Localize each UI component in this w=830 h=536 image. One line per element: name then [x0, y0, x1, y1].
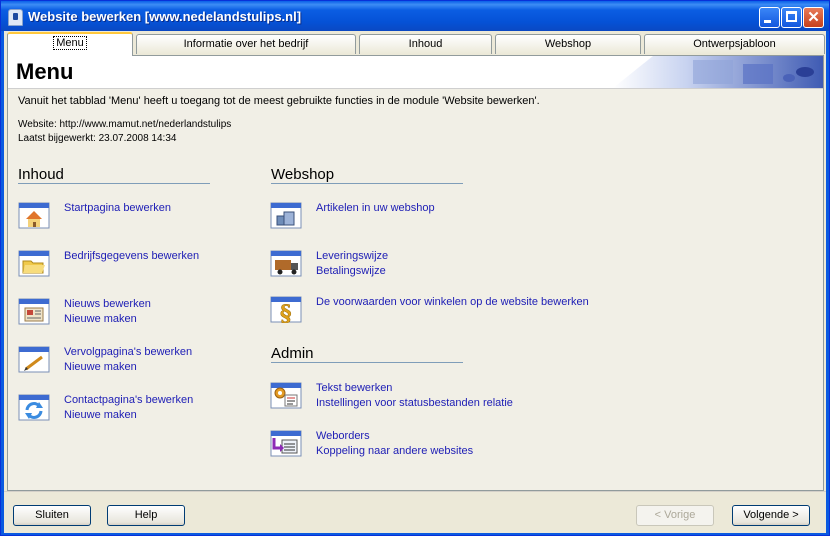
link-betalingswijze[interactable]: Betalingswijze [316, 265, 386, 277]
panel-header: Menu [8, 56, 823, 89]
website-url: Website: http://www.mamut.net/nederlands… [18, 119, 232, 130]
window-title: Website bewerken [www.nedelandstulips.nl… [28, 9, 302, 24]
link-nieuws-bewerken[interactable]: Nieuws bewerken [64, 298, 151, 310]
tab-webshop[interactable]: Webshop [495, 34, 641, 54]
link-vervolgpaginas-nieuwe-maken[interactable]: Nieuwe maken [64, 361, 137, 373]
page-title: Menu [16, 59, 74, 84]
link-bedrijfsgegevens-bewerken[interactable]: Bedrijfsgegevens bewerken [64, 250, 199, 262]
products-icon [270, 202, 302, 229]
help-button[interactable]: Help [107, 505, 185, 526]
close-button[interactable]: Sluiten [13, 505, 91, 526]
link-instellingen-statusbestanden[interactable]: Instellingen voor statusbestanden relati… [316, 397, 513, 409]
last-updated: Laatst bijgewerkt: 23.07.2008 14:34 [18, 133, 177, 144]
previous-button[interactable]: < Vorige [636, 505, 714, 526]
section-heading-admin: Admin [271, 345, 314, 362]
intro-text: Vanuit het tabblad 'Menu' heeft u toegan… [18, 95, 540, 107]
menu-panel: Menu Vanuit het tabblad 'Menu' heeft u t… [7, 55, 824, 491]
link-nieuws-nieuwe-maken[interactable]: Nieuwe maken [64, 313, 137, 325]
link-startpagina-bewerken[interactable]: Startpagina bewerken [64, 202, 171, 214]
svg-text:§: § [280, 301, 292, 323]
header-banner-graphic [613, 56, 823, 88]
section-heading-webshop: Webshop [271, 166, 335, 183]
link-weborders[interactable]: Weborders [316, 430, 370, 442]
section-heading-inhoud: Inhoud [18, 166, 64, 183]
section-divider [271, 362, 463, 363]
newspaper-icon [18, 298, 50, 325]
button-bar: Sluiten Help < Vorige Volgende > [4, 491, 826, 533]
link-artikelen-webshop[interactable]: Artikelen in uw webshop [316, 202, 435, 214]
link-leveringswijze[interactable]: Leveringswijze [316, 250, 388, 262]
delivery-truck-icon [270, 250, 302, 277]
contact-refresh-icon [18, 394, 50, 421]
link-contactpaginas-nieuwe-maken[interactable]: Nieuwe maken [64, 409, 137, 421]
maximize-icon [786, 11, 797, 22]
page-pencil-icon [18, 346, 50, 373]
maximize-button[interactable] [781, 7, 802, 28]
text-settings-icon [270, 382, 302, 409]
tab-template[interactable]: Ontwerpsjabloon [644, 34, 825, 54]
section-divider [18, 183, 210, 184]
link-koppeling-websites[interactable]: Koppeling naar andere websites [316, 445, 473, 457]
folder-icon [18, 250, 50, 277]
link-voorwaarden-winkelen[interactable]: De voorwaarden voor winkelen op de websi… [316, 296, 589, 308]
close-window-button[interactable]: ✕ [803, 7, 824, 28]
tab-content[interactable]: Inhoud [359, 34, 492, 54]
link-vervolgpaginas-bewerken[interactable]: Vervolgpagina's bewerken [64, 346, 192, 358]
next-button[interactable]: Volgende > [732, 505, 810, 526]
weborders-icon [270, 430, 302, 457]
application-window: Website bewerken [www.nedelandstulips.nl… [0, 0, 830, 536]
link-contactpaginas-bewerken[interactable]: Contactpagina's bewerken [64, 394, 193, 406]
link-tekst-bewerken[interactable]: Tekst bewerken [316, 382, 392, 394]
minimize-icon [764, 20, 771, 23]
close-icon: ✕ [807, 9, 820, 26]
minimize-button[interactable] [759, 7, 780, 28]
paragraph-icon: § [270, 296, 302, 323]
app-icon [8, 9, 23, 26]
title-bar[interactable]: Website bewerken [www.nedelandstulips.nl… [1, 1, 829, 31]
tab-menu[interactable]: Menu [7, 32, 133, 56]
section-divider [271, 183, 463, 184]
dialog-client-area: Menu Informatie over het bedrijf Inhoud … [4, 31, 826, 533]
tab-strip: Menu Informatie over het bedrijf Inhoud … [4, 31, 826, 56]
tab-company-info[interactable]: Informatie over het bedrijf [136, 34, 356, 54]
house-icon [18, 202, 50, 229]
